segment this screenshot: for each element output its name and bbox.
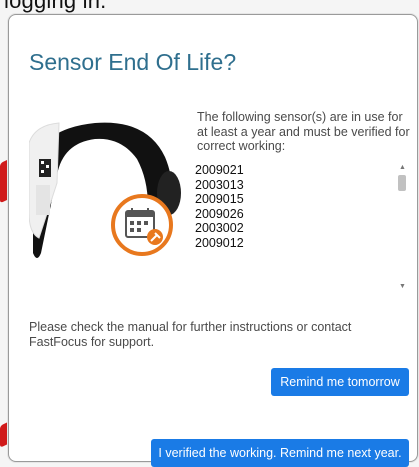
sensor-id: 2009026 <box>195 206 244 221</box>
sensor-id: 2003002 <box>195 221 244 235</box>
scroll-down-icon[interactable]: ▼ <box>399 283 406 290</box>
intro-text: The following sensor(s) are in use for a… <box>197 110 410 153</box>
background-text: logging in. <box>4 0 107 13</box>
dialog-title: Sensor End Of Life? <box>29 49 237 75</box>
sensor-device-image <box>29 122 181 258</box>
sensor-id: 2003013 <box>195 177 244 192</box>
sensor-id: 2009021 <box>195 163 244 177</box>
sensor-eol-dialog: Sensor End Of Life? The following sensor… <box>8 14 418 467</box>
sensor-list[interactable]: 2009021 2003013 2009015 2009026 2003002 … <box>195 163 408 291</box>
sensor-id: 2009012 <box>195 235 244 250</box>
support-text: Please check the manual for further inst… <box>29 320 352 349</box>
sensor-id: 2009015 <box>195 192 244 206</box>
remind-tomorrow-button[interactable]: Remind me tomorrow <box>271 368 409 396</box>
sensor-list-scrollbar[interactable]: ▲ ▼ <box>396 163 408 291</box>
scroll-thumb[interactable] <box>398 175 406 191</box>
scroll-up-icon[interactable]: ▲ <box>399 164 406 171</box>
